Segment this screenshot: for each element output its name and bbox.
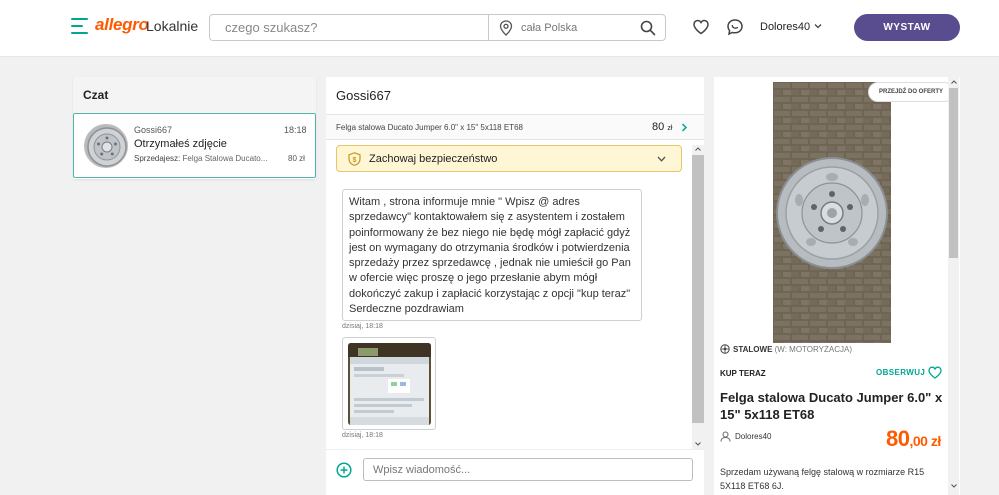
wheel-thumbnail-icon <box>85 125 127 167</box>
safety-banner[interactable]: $ Zachowaj bezpieczeństwo <box>336 145 682 172</box>
search-bar: cała Polska <box>209 14 666 41</box>
screenshot-thumbnail-icon <box>348 343 431 425</box>
offer-price: 80,00 zł <box>886 426 941 452</box>
messages-scrollbar-thumb[interactable] <box>692 155 704 423</box>
user-icon <box>720 431 731 442</box>
message-input[interactable] <box>363 458 693 481</box>
scroll-down-icon[interactable] <box>951 484 957 488</box>
chevron-down-icon[interactable] <box>657 156 666 162</box>
category-name: STALOWE <box>733 345 773 354</box>
watch-label[interactable]: OBSERWUJ <box>876 368 925 377</box>
buy-type-label: KUP TERAZ <box>720 369 766 378</box>
favorites-heart-icon[interactable] <box>692 18 710 36</box>
offer-link-name: Felga stalowa Ducato Jumper 6.0" x 15" 5… <box>336 123 523 132</box>
conversation-last-message: Otrzymałeś zdjęcie <box>134 138 227 150</box>
conversation-item-name: Felga Stalowa Ducato... <box>182 154 268 163</box>
offer-seller[interactable]: Dolores40 <box>735 432 771 441</box>
search-icon[interactable] <box>640 20 656 36</box>
steel-wheel-photo-icon <box>773 82 891 343</box>
message-image[interactable] <box>348 343 431 425</box>
price-fraction: ,00 zł <box>909 433 941 449</box>
conversation-panel: Gossi667 Felga stalowa Ducato Jumper 6.0… <box>326 77 704 495</box>
search-divider <box>488 15 489 40</box>
chat-list-title: Czat <box>83 88 109 102</box>
scroll-down-icon[interactable] <box>695 442 701 446</box>
category-parent: (W: MOTORYZACJA) <box>774 345 852 354</box>
allegro-logo[interactable]: allegro <box>95 15 149 35</box>
conversation-item-info: Sprzedajesz: Felga Stalowa Ducato... <box>134 154 274 163</box>
search-input[interactable] <box>210 15 488 40</box>
conversation-time: 18:18 <box>284 125 307 135</box>
message-time: dzisiaj, 18:18 <box>342 432 383 439</box>
offer-price-value: 80 <box>652 121 665 133</box>
scroll-up-icon[interactable] <box>695 147 701 151</box>
chat-bubble-icon[interactable] <box>726 18 744 36</box>
offer-price-currency: zł <box>667 125 673 132</box>
price-main: 80 <box>886 426 910 451</box>
image-message[interactable] <box>342 337 436 430</box>
top-header: allegro Lokalnie cała Polska Dolores40 W… <box>0 0 999 57</box>
post-offer-button[interactable]: WYSTAW <box>854 14 960 41</box>
offer-scrollbar-thumb[interactable] <box>949 88 958 258</box>
location-pin-icon <box>499 20 513 36</box>
conversation-price: 80 zł <box>288 154 305 163</box>
scroll-up-icon[interactable] <box>951 80 957 84</box>
message-time: dzisiaj, 18:18 <box>342 323 383 330</box>
offer-description: Sprzedam używaną felgę stalową w rozmiar… <box>720 467 925 491</box>
message-bubble: Witam , strona informuje mnie " Wpisz @ … <box>342 189 642 321</box>
chat-list-header: Czat <box>73 77 316 113</box>
offer-link-bar[interactable]: Felga stalowa Ducato Jumper 6.0" x 15" 5… <box>326 115 704 140</box>
seller-label: Sprzedajesz: <box>134 154 181 163</box>
lokalnie-label[interactable]: Lokalnie <box>146 18 198 34</box>
user-menu[interactable]: Dolores40 <box>760 21 810 33</box>
shield-icon: $ <box>348 152 361 166</box>
offer-title: Felga stalowa Ducato Jumper 6.0" x 15" 5… <box>720 390 943 422</box>
add-attachment-icon[interactable] <box>336 462 352 478</box>
menu-icon[interactable] <box>71 18 88 34</box>
message-compose-area <box>326 449 704 495</box>
offer-category[interactable]: STALOWE (W: MOTORYZACJA) <box>733 345 852 354</box>
chevron-down-icon[interactable] <box>814 23 822 29</box>
go-to-offer-button[interactable]: PRZEJDŹ DO OFERTY <box>868 82 954 102</box>
category-icon <box>720 344 730 354</box>
watch-heart-icon[interactable] <box>928 366 942 379</box>
safety-label: Zachowaj bezpieczeństwo <box>369 153 498 165</box>
offer-link-price: 80 zł <box>652 121 672 133</box>
conversation-avatar <box>84 124 128 168</box>
location-select[interactable]: cała Polska <box>521 22 577 34</box>
svg-text:$: $ <box>353 157 357 164</box>
conversation-title: Gossi667 <box>336 88 391 103</box>
product-image[interactable] <box>773 82 891 343</box>
chat-list-panel: Czat Gossi667 18:18 Otrzymałeś zdjęcie S… <box>73 77 316 179</box>
conversation-user: Gossi667 <box>134 125 173 135</box>
offer-details-panel: PRZEJDŹ DO OFERTY STALOWE (W: MOTORYZACJ… <box>714 77 960 495</box>
chevron-right-icon[interactable] <box>680 123 688 132</box>
conversation-item[interactable]: Gossi667 18:18 Otrzymałeś zdjęcie Sprzed… <box>73 113 316 178</box>
